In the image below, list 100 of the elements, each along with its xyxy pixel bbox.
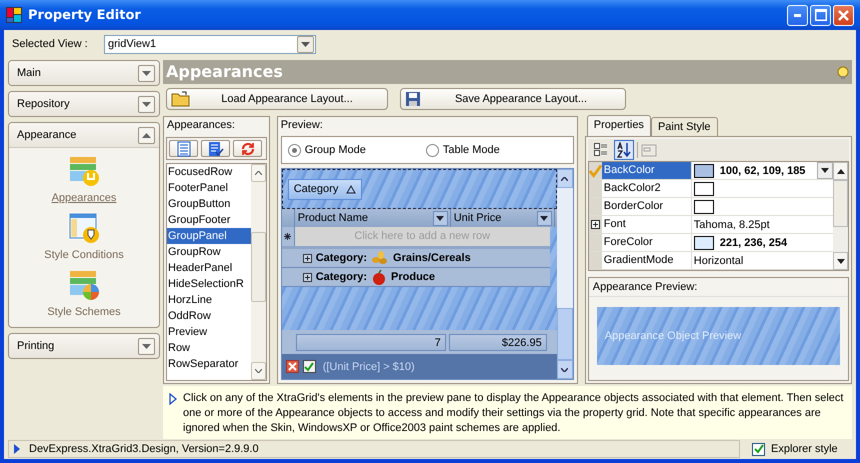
appearance-list-item[interactable]: GroupPanel: [167, 228, 251, 244]
sidebar-link[interactable]: Style Conditions: [44, 249, 124, 261]
select-all-button[interactable]: [169, 140, 198, 157]
info-text: Click on any of the XtraGrid's elements in the preview pane to display the Appearance objects associated with that element. Then select one or more of the Appearance objects to access and modify their settings via the property grid. Note that specific appearances are ignored when the Skin, WindowsXP or Office2003 paint schemes are applied.: [183, 391, 844, 436]
sidebar-group-header[interactable]: Repository: [9, 92, 159, 116]
lightbulb-icon[interactable]: [836, 66, 850, 80]
maximize-button[interactable]: [810, 4, 831, 26]
appearance-list-item[interactable]: GroupRow: [167, 244, 251, 260]
version-text: DevExpress.XtraGrid3.Design, Version=2.9.9.0: [29, 443, 259, 455]
property-name[interactable]: BorderColor: [602, 198, 692, 215]
appearance-sample: Appearance Object Preview: [596, 307, 840, 365]
arrow-icon: [13, 443, 21, 455]
sort-ascending-icon: [346, 184, 356, 194]
panel-title: Appearances:: [166, 118, 236, 133]
property-value: 221, 236, 254: [720, 236, 788, 248]
filter-text: ([Unit Price] > $10): [322, 360, 415, 372]
checkmark-icon: [588, 164, 602, 178]
expand-icon[interactable]: [302, 272, 312, 282]
close-button[interactable]: [833, 4, 854, 26]
panel-title: Preview:: [280, 118, 324, 133]
load-layout-button[interactable]: Load Appearance Layout...: [166, 88, 388, 110]
property-name[interactable]: BackColor: [602, 162, 692, 179]
selected-view-label: Selected View :: [12, 38, 89, 50]
tab[interactable]: Properties: [586, 115, 651, 136]
asterisk-icon: [284, 233, 292, 240]
grid-brush-icon: [68, 155, 100, 187]
sort-alphabetical-button[interactable]: [614, 140, 634, 160]
app-icon: [6, 7, 22, 23]
clear-filter-button[interactable]: [286, 360, 299, 373]
appearance-list-item[interactable]: HideSelectionR: [167, 276, 251, 292]
selected-view-dropdown[interactable]: gridView1: [104, 34, 316, 54]
checklist-icon: [208, 140, 224, 156]
grid-pencil-icon: [68, 212, 100, 244]
appearance-list-item[interactable]: HorzLine: [167, 292, 251, 308]
appearance-list-item[interactable]: FocusedRow: [167, 164, 251, 180]
sidebar-link[interactable]: Style Schemes: [47, 306, 121, 318]
grid-preview[interactable]: Category Product Name Unit Price Click here to add a new row Category: Grains/Cereals Category: Produce 7 $226.95 ([Unit Price] > $10): [280, 168, 574, 380]
dropdown-arrow-icon: [821, 168, 829, 173]
save-layout-button[interactable]: Save Appearance Layout...: [400, 88, 626, 110]
apple-icon: [371, 269, 388, 285]
appearance-list-item[interactable]: HeaderPanel: [167, 260, 251, 276]
appearance-list-item[interactable]: RowSeparator: [167, 356, 251, 372]
sidebar-group-header[interactable]: Main: [9, 61, 159, 85]
scrollbar[interactable]: [556, 169, 573, 379]
dropdown-arrow-icon: [301, 42, 310, 46]
close-icon: [288, 362, 297, 371]
property-value: Tahoma, 8.25pt: [694, 218, 770, 230]
group-row[interactable]: Category: Produce: [282, 268, 550, 287]
select-checked-button[interactable]: [201, 140, 230, 157]
dropdown-arrow-icon: [436, 216, 444, 220]
property-name[interactable]: ForeColor: [602, 234, 692, 251]
appearance-list-item[interactable]: FooterPanel: [167, 180, 251, 196]
footer-cell: $226.95: [448, 334, 547, 350]
up-arrow-icon: [836, 168, 844, 174]
appearance-list-item[interactable]: OddRow: [167, 308, 251, 324]
scrollbar[interactable]: [833, 162, 848, 270]
appearance-list-item[interactable]: Row: [167, 340, 251, 356]
window-title: Property Editor: [28, 8, 142, 22]
dropdown-button[interactable]: [817, 162, 833, 179]
group-column-header[interactable]: Category: [288, 178, 362, 200]
minimize-button[interactable]: [787, 4, 808, 26]
close-icon: [838, 10, 849, 20]
property-name[interactable]: GradientMode: [602, 252, 692, 269]
folder-icon: [171, 91, 191, 107]
appearance-list-item[interactable]: GroupFooter: [167, 212, 251, 228]
sidebar-group-header[interactable]: Appearance: [9, 123, 159, 147]
property-value: 100, 62, 109, 185: [720, 164, 806, 176]
sidebar-link[interactable]: Appearances: [52, 192, 116, 204]
expand-arrow-icon: [142, 70, 151, 76]
property-name[interactable]: Font: [602, 216, 692, 233]
filter-checkbox[interactable]: [302, 360, 316, 373]
down-arrow-icon: [836, 258, 844, 264]
dropdown-arrow-icon: [540, 216, 548, 220]
expand-icon[interactable]: [302, 254, 312, 262]
appearance-list-item[interactable]: GroupButton: [167, 196, 251, 212]
collapse-arrow-icon: [142, 132, 151, 138]
sidebar-group-header[interactable]: Printing: [9, 334, 159, 358]
scrollbar[interactable]: [250, 164, 266, 380]
arrow-icon: [169, 393, 177, 405]
refresh-button[interactable]: [233, 140, 262, 157]
minimize-icon: [794, 14, 801, 16]
sort-alphabetical-icon: [616, 142, 632, 158]
tab[interactable]: Paint Style: [650, 117, 718, 136]
property-name[interactable]: BackColor2: [602, 180, 692, 197]
expand-arrow-icon: [142, 344, 151, 348]
grid-ball-icon: [68, 269, 100, 301]
section-header: Appearances: [163, 60, 852, 84]
appearance-list-item[interactable]: Preview: [167, 324, 251, 340]
explorer-style-checkbox[interactable]: Explorer style: [752, 442, 852, 456]
expand-arrow-icon: [142, 102, 151, 106]
property-pages-icon: [640, 143, 657, 157]
mode-radio[interactable]: Group Mode: [288, 144, 366, 156]
list-icon: [176, 140, 190, 156]
group-row[interactable]: Category: Grains/Cereals: [282, 249, 550, 268]
maximize-icon: [814, 9, 826, 21]
categorized-icon: [594, 143, 608, 157]
mode-radio[interactable]: Table Mode: [426, 144, 500, 156]
panel-title: Appearance Preview:: [588, 278, 848, 297]
footer-cell: 7: [296, 334, 446, 350]
expand-icon[interactable]: [590, 220, 600, 229]
